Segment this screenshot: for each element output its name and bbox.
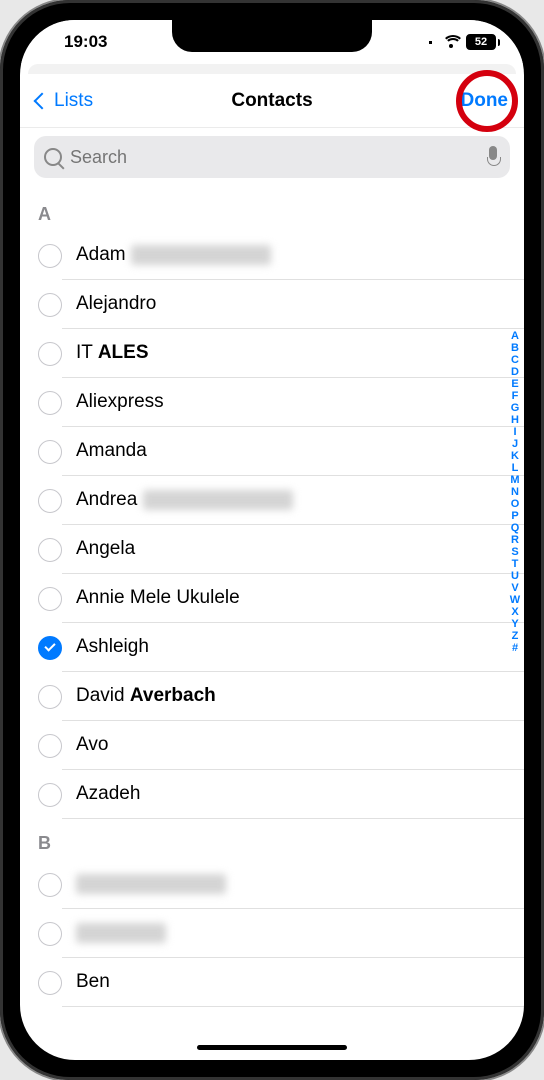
index-letter[interactable]: P bbox=[508, 510, 522, 522]
index-letter[interactable]: Z bbox=[508, 630, 522, 642]
battery-level: 52 bbox=[466, 34, 496, 50]
section-header-a: A bbox=[20, 190, 524, 231]
dictation-icon[interactable] bbox=[486, 146, 500, 168]
contact-name: Ashleigh bbox=[76, 636, 524, 658]
done-button[interactable]: Done bbox=[461, 90, 509, 112]
index-letter[interactable]: M bbox=[508, 474, 522, 486]
list-item[interactable]: Amanda bbox=[20, 427, 524, 476]
index-letter[interactable]: C bbox=[508, 354, 522, 366]
index-letter[interactable]: U bbox=[508, 570, 522, 582]
back-button[interactable]: Lists bbox=[36, 90, 93, 112]
index-letter[interactable]: V bbox=[508, 582, 522, 594]
selection-circle[interactable] bbox=[38, 293, 62, 317]
list-item[interactable]: Ashleigh bbox=[20, 623, 524, 672]
contact-name: IT ALES bbox=[76, 342, 524, 364]
contact-name: Ben bbox=[76, 971, 524, 993]
index-letter[interactable]: Y bbox=[508, 618, 522, 630]
cellular-icon bbox=[429, 41, 432, 44]
index-letter[interactable]: R bbox=[508, 534, 522, 546]
selection-circle[interactable] bbox=[38, 734, 62, 758]
list-item[interactable] bbox=[20, 909, 524, 958]
list-item[interactable]: Annie Mele Ukulele bbox=[20, 574, 524, 623]
index-letter[interactable]: O bbox=[508, 498, 522, 510]
contact-name: Amanda bbox=[76, 440, 524, 462]
selection-circle[interactable] bbox=[38, 685, 62, 709]
index-letter[interactable]: H bbox=[508, 414, 522, 426]
contact-name: Alejandro bbox=[76, 293, 524, 315]
card-stack-indicator bbox=[28, 64, 516, 74]
index-letter[interactable]: G bbox=[508, 402, 522, 414]
index-letter[interactable]: A bbox=[508, 330, 522, 342]
list-item[interactable]: IT ALES bbox=[20, 329, 524, 378]
contact-name: Avo bbox=[76, 734, 524, 756]
phone-frame: 19:03 52 Lists Contacts Done bbox=[0, 0, 544, 1080]
index-letter[interactable]: S bbox=[508, 546, 522, 558]
section-header-b: B bbox=[20, 819, 524, 860]
back-label: Lists bbox=[54, 90, 93, 112]
list-item[interactable]: Avo bbox=[20, 721, 524, 770]
notch bbox=[172, 20, 372, 52]
list-item[interactable]: David Averbach bbox=[20, 672, 524, 721]
selection-circle[interactable] bbox=[38, 342, 62, 366]
list-item[interactable]: Aliexpress bbox=[20, 378, 524, 427]
selection-circle[interactable] bbox=[38, 971, 62, 995]
chevron-left-icon bbox=[34, 92, 51, 109]
index-letter[interactable]: T bbox=[508, 558, 522, 570]
contact-name: Annie Mele Ukulele bbox=[76, 587, 524, 609]
selection-circle[interactable] bbox=[38, 538, 62, 562]
index-letter[interactable]: K bbox=[508, 450, 522, 462]
home-indicator[interactable] bbox=[197, 1045, 347, 1050]
index-letter[interactable]: B bbox=[508, 342, 522, 354]
selection-circle[interactable] bbox=[38, 440, 62, 464]
search-input[interactable] bbox=[70, 147, 478, 168]
index-letter[interactable]: X bbox=[508, 606, 522, 618]
contact-name: Angela bbox=[76, 538, 524, 560]
wifi-icon bbox=[442, 35, 460, 49]
index-letter[interactable]: L bbox=[508, 462, 522, 474]
contact-name: Adam bbox=[76, 244, 524, 266]
index-letter[interactable]: N bbox=[508, 486, 522, 498]
checkmark-selected-icon[interactable] bbox=[38, 636, 62, 660]
list-item[interactable]: Alejandro bbox=[20, 280, 524, 329]
list-item[interactable] bbox=[20, 860, 524, 909]
selection-circle[interactable] bbox=[38, 873, 62, 897]
search-field[interactable] bbox=[34, 136, 510, 178]
contact-name: Aliexpress bbox=[76, 391, 524, 413]
contact-name bbox=[76, 922, 524, 944]
nav-bar: Lists Contacts Done bbox=[20, 74, 524, 128]
phone-screen: 19:03 52 Lists Contacts Done bbox=[20, 20, 524, 1060]
list-item[interactable]: Angela bbox=[20, 525, 524, 574]
index-letter[interactable]: # bbox=[508, 642, 522, 654]
contact-name: Azadeh bbox=[76, 783, 524, 805]
list-item[interactable]: Azadeh bbox=[20, 770, 524, 819]
index-letter[interactable]: W bbox=[508, 594, 522, 606]
index-letter[interactable]: J bbox=[508, 438, 522, 450]
selection-circle[interactable] bbox=[38, 244, 62, 268]
index-letter[interactable]: F bbox=[508, 390, 522, 402]
contacts-list[interactable]: A Adam AlejandroIT ALESAliexpressAmandaA… bbox=[20, 190, 524, 1060]
selection-circle[interactable] bbox=[38, 489, 62, 513]
alphabet-index[interactable]: ABCDEFGHIJKLMNOPQRSTUVWXYZ# bbox=[508, 330, 522, 654]
selection-circle[interactable] bbox=[38, 391, 62, 415]
index-letter[interactable]: I bbox=[508, 426, 522, 438]
index-letter[interactable]: Q bbox=[508, 522, 522, 534]
contact-name bbox=[76, 873, 524, 895]
page-title: Contacts bbox=[20, 90, 524, 112]
selection-circle[interactable] bbox=[38, 783, 62, 807]
index-letter[interactable]: D bbox=[508, 366, 522, 378]
list-item[interactable]: Ben bbox=[20, 958, 524, 1007]
contact-name: Andrea bbox=[76, 489, 524, 511]
index-letter[interactable]: E bbox=[508, 378, 522, 390]
search-icon bbox=[44, 148, 62, 166]
list-item[interactable]: Adam bbox=[20, 231, 524, 280]
list-item[interactable]: Andrea bbox=[20, 476, 524, 525]
selection-circle[interactable] bbox=[38, 587, 62, 611]
selection-circle[interactable] bbox=[38, 922, 62, 946]
contact-name: David Averbach bbox=[76, 685, 524, 707]
battery-icon: 52 bbox=[466, 34, 500, 50]
